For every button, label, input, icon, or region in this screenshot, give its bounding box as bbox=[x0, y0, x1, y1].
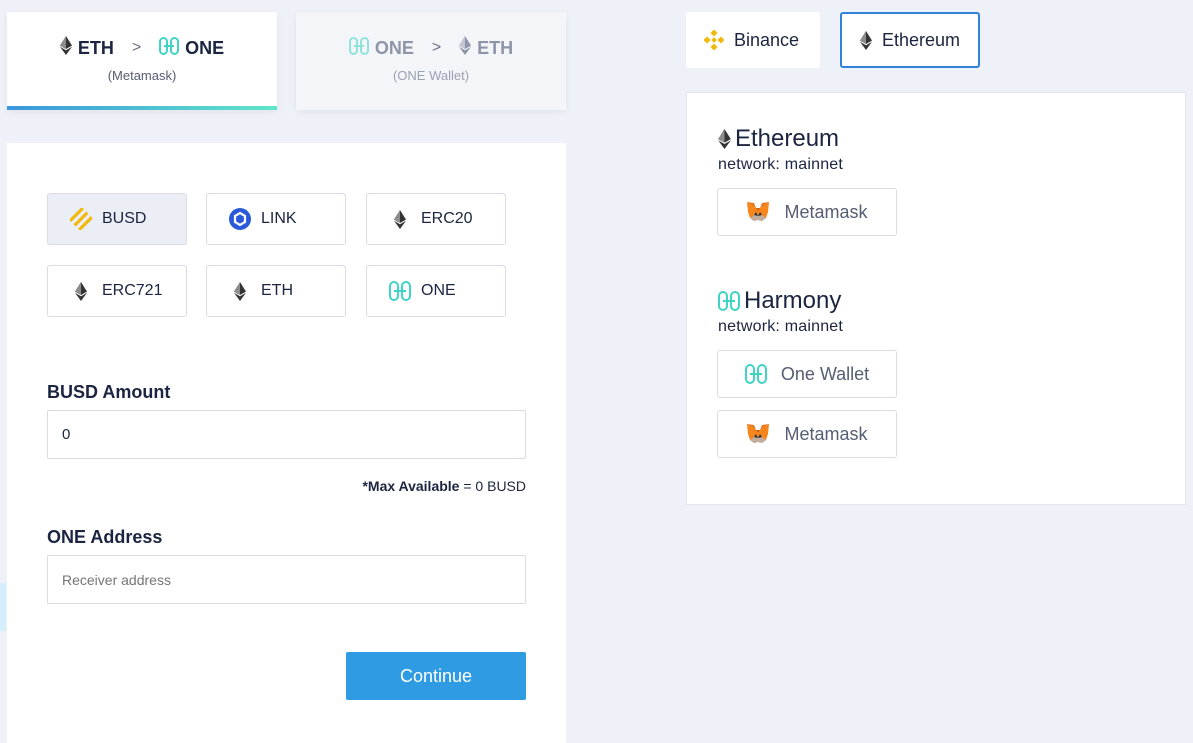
token-button-busd[interactable]: BUSD bbox=[47, 193, 187, 245]
ethereum-icon bbox=[718, 129, 731, 149]
direction-to: ONE bbox=[185, 37, 225, 58]
network-tab-label: Binance bbox=[734, 29, 800, 50]
token-label: ETH bbox=[261, 282, 293, 299]
chainlink-icon bbox=[229, 208, 251, 230]
network-value: mainnet bbox=[784, 318, 844, 335]
chevron-right-icon: > bbox=[131, 39, 142, 56]
ethereum-icon bbox=[70, 281, 92, 301]
metamask-fox-icon bbox=[746, 423, 770, 445]
direction-from: ETH bbox=[77, 37, 114, 58]
ethereum-icon bbox=[389, 209, 411, 229]
ethereum-network: network: mainnet bbox=[718, 156, 843, 174]
section-title-text: Harmony bbox=[744, 287, 842, 314]
token-button-erc20[interactable]: ERC20 bbox=[366, 193, 506, 245]
wallet-button-label: Metamask bbox=[784, 201, 868, 222]
ethereum-section-title: Ethereum bbox=[718, 125, 839, 153]
direction-tab-eth-to-one[interactable]: ETH > ONE (Metamask) bbox=[7, 12, 277, 110]
harmony-network: network: mainnet bbox=[718, 318, 843, 336]
binance-icon bbox=[704, 30, 724, 50]
token-label: ERC20 bbox=[421, 210, 473, 227]
max-available-label: *Max Available bbox=[362, 478, 460, 494]
background-accent bbox=[0, 583, 6, 631]
harmony-section-title: Harmony bbox=[718, 287, 841, 315]
active-tab-indicator bbox=[7, 106, 277, 110]
metamask-fox-icon bbox=[746, 201, 770, 223]
token-label: BUSD bbox=[102, 210, 147, 227]
wallet-button-label: Metamask bbox=[784, 423, 868, 444]
network-key: network: bbox=[718, 156, 781, 173]
address-label: ONE Address bbox=[47, 527, 163, 547]
harmony-onewallet-button[interactable]: One Wallet bbox=[717, 350, 897, 398]
ethereum-icon bbox=[860, 30, 872, 50]
token-button-link[interactable]: LINK bbox=[206, 193, 346, 245]
network-tab-label: Ethereum bbox=[882, 29, 961, 50]
max-available-value: = 0 BUSD bbox=[463, 478, 526, 494]
network-tab-binance[interactable]: Binance bbox=[686, 12, 820, 68]
harmony-icon bbox=[718, 291, 740, 311]
direction-wallet: (ONE Wallet) bbox=[392, 68, 470, 83]
continue-button[interactable]: Continue bbox=[346, 652, 526, 700]
token-label: ONE bbox=[421, 282, 456, 299]
receiver-address-input[interactable] bbox=[47, 555, 526, 604]
direction-tab-one-to-eth[interactable]: ONE > ETH (ONE Wallet) bbox=[296, 12, 566, 110]
section-title-text: Ethereum bbox=[735, 125, 840, 152]
network-key: network: bbox=[718, 318, 781, 335]
wallet-connect-panel: Ethereum network: mainnet Metamask Harmo… bbox=[686, 92, 1186, 505]
direction-wallet: (Metamask) bbox=[107, 68, 177, 83]
ethereum-icon bbox=[459, 36, 472, 60]
max-available: *Max Available = 0 BUSD bbox=[362, 478, 526, 494]
direction-from: ONE bbox=[374, 37, 414, 58]
network-tab-ethereum[interactable]: Ethereum bbox=[840, 12, 980, 68]
direction-to: ETH bbox=[477, 37, 514, 58]
wallet-button-label: One Wallet bbox=[780, 363, 870, 384]
ethereum-icon bbox=[59, 36, 72, 60]
ethereum-icon bbox=[229, 281, 251, 301]
harmony-icon bbox=[348, 36, 369, 60]
network-value: mainnet bbox=[784, 156, 844, 173]
harmony-icon bbox=[389, 281, 411, 301]
bridge-form-card: BUSD LINK ERC20 ERC721 ETH ONE BUSD Amou… bbox=[7, 143, 566, 743]
harmony-icon bbox=[744, 364, 767, 384]
chevron-right-icon: > bbox=[431, 39, 442, 56]
ethereum-metamask-button[interactable]: Metamask bbox=[717, 188, 897, 236]
token-label: ERC721 bbox=[102, 282, 163, 299]
token-label: LINK bbox=[261, 210, 297, 227]
token-button-one[interactable]: ONE bbox=[366, 265, 506, 317]
amount-label: BUSD Amount bbox=[47, 382, 171, 402]
amount-input[interactable] bbox=[47, 410, 526, 459]
token-button-eth[interactable]: ETH bbox=[206, 265, 346, 317]
harmony-metamask-button[interactable]: Metamask bbox=[717, 410, 897, 458]
token-button-erc721[interactable]: ERC721 bbox=[47, 265, 187, 317]
busd-icon bbox=[70, 208, 92, 230]
harmony-icon bbox=[159, 36, 180, 60]
